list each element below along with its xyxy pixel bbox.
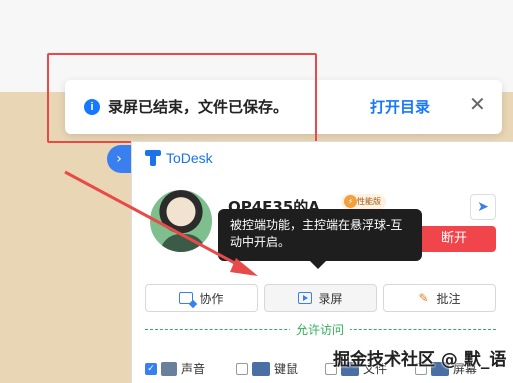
red-arrow-icon xyxy=(64,170,258,276)
